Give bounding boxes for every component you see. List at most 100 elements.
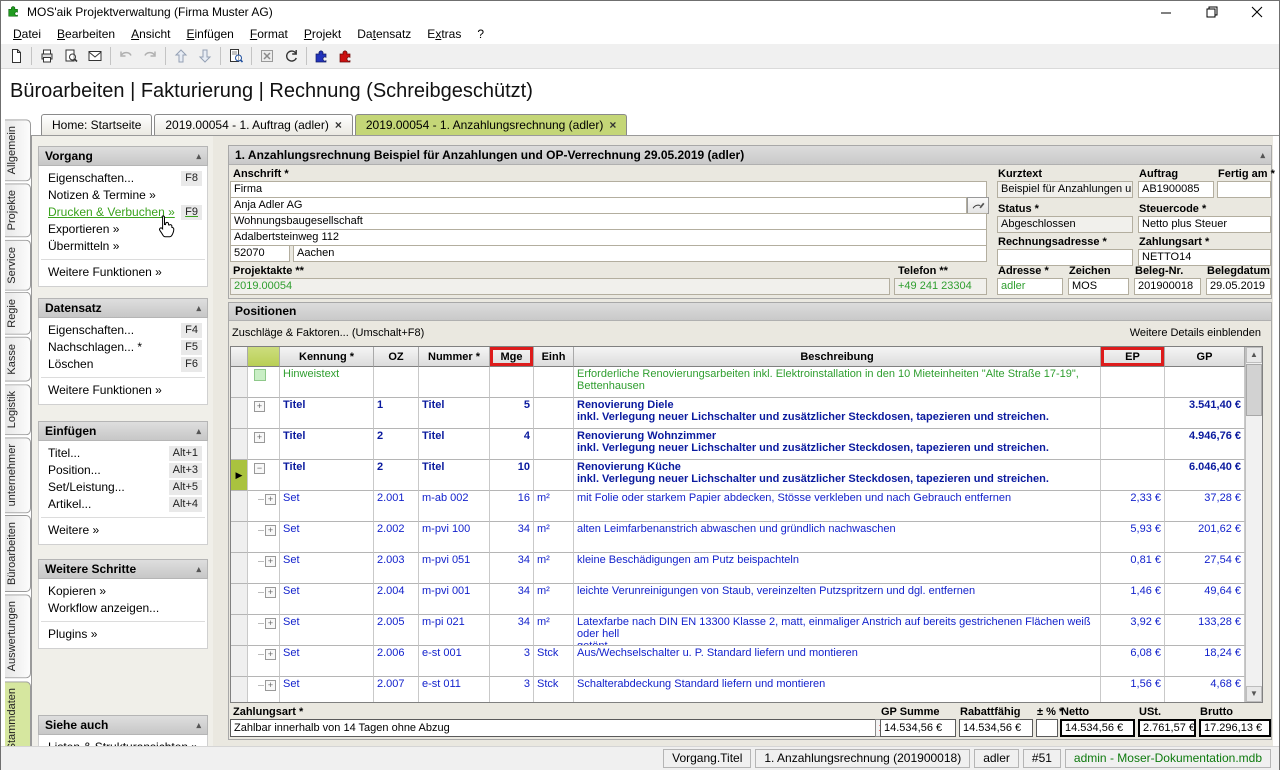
table-row-11[interactable]: + Set 2.007 e-st 011 3 Stck Schalterabdeckung … bbox=[231, 677, 1245, 702]
expand-plus-icon[interactable]: + bbox=[265, 649, 276, 660]
zahlungsart-text-field[interactable]: Zahlbar innerhalb von 14 Tagen ohne Abzu… bbox=[230, 719, 876, 737]
section-header-einfügen[interactable]: Einfügen ▴ bbox=[38, 421, 208, 441]
move-down-icon[interactable] bbox=[193, 45, 217, 67]
expand-plus-icon[interactable]: + bbox=[254, 432, 265, 443]
column-header-nummer[interactable]: Nummer * bbox=[419, 347, 490, 367]
table-row-10[interactable]: + Set 2.006 e-st 001 3 Stck Aus/Wechselschalte… bbox=[231, 646, 1245, 677]
zusatz-field[interactable]: Wohnungsbaugesellschaft bbox=[230, 213, 987, 230]
menu-projekt[interactable]: Projekt bbox=[296, 25, 349, 43]
menu-datei[interactable]: Datei bbox=[5, 25, 49, 43]
menu-ansicht[interactable]: Ansicht bbox=[123, 25, 178, 43]
sidebar-item-übermitteln[interactable]: Übermitteln » bbox=[39, 238, 207, 255]
section-header-vorgang[interactable]: Vorgang ▴ bbox=[38, 146, 208, 166]
refresh-icon[interactable] bbox=[279, 45, 303, 67]
print-icon[interactable] bbox=[35, 45, 59, 67]
rechnungsadresse-field[interactable] bbox=[997, 249, 1133, 266]
weitere-details-link[interactable]: Weitere Details einblenden bbox=[1130, 327, 1261, 339]
scrollbar-thumb[interactable] bbox=[1246, 364, 1262, 416]
telefon-field[interactable]: +49 241 23304 bbox=[894, 278, 987, 295]
workbook-tab-auswertungen[interactable]: Auswertungen bbox=[5, 594, 31, 679]
expand-plus-icon[interactable]: + bbox=[265, 494, 276, 505]
column-header-empty[interactable] bbox=[248, 347, 280, 367]
document-header[interactable]: 1. Anzahlungsrechnung Beispiel für Anzah… bbox=[229, 146, 1271, 165]
sidebar-item-drucken-verbuchen[interactable]: Drucken & Verbuchen » F9 bbox=[39, 204, 207, 221]
name-field[interactable]: Anja Adler AG bbox=[230, 197, 967, 214]
expand-plus-icon[interactable]: + bbox=[265, 618, 276, 629]
table-row-2[interactable]: + Titel 1 Titel 5 Renovierung Diele inkl. Verl… bbox=[231, 398, 1245, 429]
move-up-icon[interactable] bbox=[169, 45, 193, 67]
table-row-1[interactable]: Hinweistext Erforderliche Renovierungsarb… bbox=[231, 367, 1245, 398]
zahlungsart-field[interactable]: NETTO14 bbox=[1138, 249, 1271, 266]
sidebar-item-weitere-funktionen[interactable]: Weitere Funktionen » bbox=[39, 264, 207, 281]
zuschlaege-faktoren-link[interactable]: Zuschläge & Faktoren... (Umschalt+F8) bbox=[232, 327, 424, 339]
table-row-7[interactable]: + Set 2.003 m-pvi 051 34 m² kleine Beschädigun… bbox=[231, 553, 1245, 584]
redo-icon[interactable] bbox=[138, 45, 162, 67]
tab-close-icon[interactable]: × bbox=[609, 119, 616, 131]
tab-close-icon[interactable]: × bbox=[335, 119, 342, 131]
print-preview-icon[interactable] bbox=[59, 45, 83, 67]
adresse-field[interactable]: adler bbox=[997, 278, 1063, 295]
table-row-8[interactable]: + Set 2.004 m-pvi 001 34 m² leichte Verunreini… bbox=[231, 584, 1245, 615]
column-header-beschreibung[interactable]: Beschreibung bbox=[574, 347, 1101, 367]
mail-icon[interactable] bbox=[83, 45, 107, 67]
workbook-tab-stammdaten[interactable]: Stammdaten bbox=[5, 680, 31, 746]
kurztext-field[interactable]: Beispiel für Anzahlungen u bbox=[997, 181, 1133, 198]
menu-format[interactable]: Format bbox=[242, 25, 296, 43]
workbook-tab-kasse[interactable]: Kasse bbox=[5, 337, 31, 382]
section-header-siehe-auch[interactable]: Siehe auch ▴ bbox=[38, 715, 208, 735]
expand-plus-icon[interactable]: + bbox=[254, 401, 265, 412]
menu-einfügen[interactable]: Einfügen bbox=[178, 25, 241, 43]
workbook-tab-unternehmer[interactable]: unternehmer bbox=[5, 436, 31, 514]
fertig-am-field[interactable] bbox=[1217, 181, 1271, 198]
auftrag-field[interactable]: AB1900085 bbox=[1138, 181, 1214, 198]
sidebar-item-eigenschaften[interactable]: Eigenschaften... F8 bbox=[39, 170, 207, 187]
expand-plus-icon[interactable]: + bbox=[265, 587, 276, 598]
column-header-einh[interactable]: Einh bbox=[534, 347, 574, 367]
table-row-5[interactable]: + Set 2.001 m-ab 002 16 m² mit Folie oder star… bbox=[231, 491, 1245, 522]
menu-datensatz[interactable]: Datensatz bbox=[349, 25, 419, 43]
sidebar-item-position[interactable]: Position... Alt+3 bbox=[39, 462, 207, 479]
plugin-red-icon[interactable] bbox=[334, 45, 358, 67]
collapse-arrow-icon[interactable]: ▴ bbox=[196, 303, 201, 314]
expand-plus-icon[interactable]: + bbox=[265, 525, 276, 536]
steuercode-field[interactable]: Netto plus Steuer bbox=[1138, 216, 1271, 233]
table-row-3[interactable]: + Titel 2 Titel 4 Renovierung Wohnzimmer inkl.… bbox=[231, 429, 1245, 460]
tab-2019-00054-1-anzahlungsrechnun[interactable]: 2019.00054 - 1. Anzahlungsrechnung (adle… bbox=[354, 114, 628, 135]
sidebar-item-eigenschaften[interactable]: Eigenschaften... F4 bbox=[39, 322, 207, 339]
column-header-mge[interactable]: Mge bbox=[490, 347, 534, 367]
sidebar-item-set-leistung[interactable]: Set/Leistung... Alt+5 bbox=[39, 479, 207, 496]
sidebar-item-artikel[interactable]: Artikel... Alt+4 bbox=[39, 496, 207, 513]
tab-2019-00054-1-auftrag-adler[interactable]: 2019.00054 - 1. Auftrag (adler) × bbox=[154, 114, 353, 135]
belegdatum-field[interactable]: 29.05.2019 bbox=[1206, 278, 1271, 295]
workbook-tab-regie[interactable]: Regie bbox=[5, 292, 31, 336]
sidebar-item-listen-strukturansichten[interactable]: Listen & Strukturansichten » bbox=[39, 739, 207, 746]
workbook-tab-logistik[interactable]: Logistik bbox=[5, 383, 31, 435]
plugin-blue-icon[interactable] bbox=[310, 45, 334, 67]
edit-address-button[interactable] bbox=[967, 197, 989, 214]
anrede-field[interactable]: Firma bbox=[230, 181, 987, 198]
sidebar-item-weitere[interactable]: Weitere » bbox=[39, 522, 207, 539]
collapse-minus-icon[interactable]: − bbox=[254, 463, 265, 474]
section-header-datensatz[interactable]: Datensatz ▴ bbox=[38, 298, 208, 318]
sidebar-item-titel[interactable]: Titel... Alt+1 bbox=[39, 445, 207, 462]
sidebar-item-exportieren[interactable]: Exportieren » bbox=[39, 221, 207, 238]
close-button[interactable] bbox=[1234, 1, 1279, 23]
tab-home-startseite[interactable]: Home: Startseite bbox=[41, 114, 153, 135]
scroll-up-icon[interactable]: ▲ bbox=[1246, 347, 1262, 363]
ort-field[interactable]: Aachen bbox=[293, 245, 987, 262]
sidebar-item-notizen-termine[interactable]: Notizen & Termine » bbox=[39, 187, 207, 204]
workbook-tab-service[interactable]: Service bbox=[5, 239, 31, 291]
menu-extras[interactable]: Extras bbox=[419, 25, 469, 43]
collapse-arrow-icon[interactable]: ▴ bbox=[1260, 146, 1265, 164]
section-header-weitere-schritte[interactable]: Weitere Schritte ▴ bbox=[38, 559, 208, 579]
workbook-tab-büroarbeiten[interactable]: Büroarbeiten bbox=[5, 515, 31, 593]
collapse-arrow-icon[interactable]: ▴ bbox=[196, 564, 201, 575]
cancel-icon[interactable] bbox=[255, 45, 279, 67]
prozent-field[interactable] bbox=[1036, 719, 1058, 737]
column-header-kennung[interactable]: Kennung * bbox=[280, 347, 374, 367]
new-document-icon[interactable] bbox=[4, 45, 28, 67]
menu-bearbeiten[interactable]: Bearbeiten bbox=[49, 25, 123, 43]
report-preview-icon[interactable] bbox=[224, 45, 248, 67]
sidebar-item-plugins[interactable]: Plugins » bbox=[39, 626, 207, 643]
scroll-down-icon[interactable]: ▼ bbox=[1246, 686, 1262, 702]
